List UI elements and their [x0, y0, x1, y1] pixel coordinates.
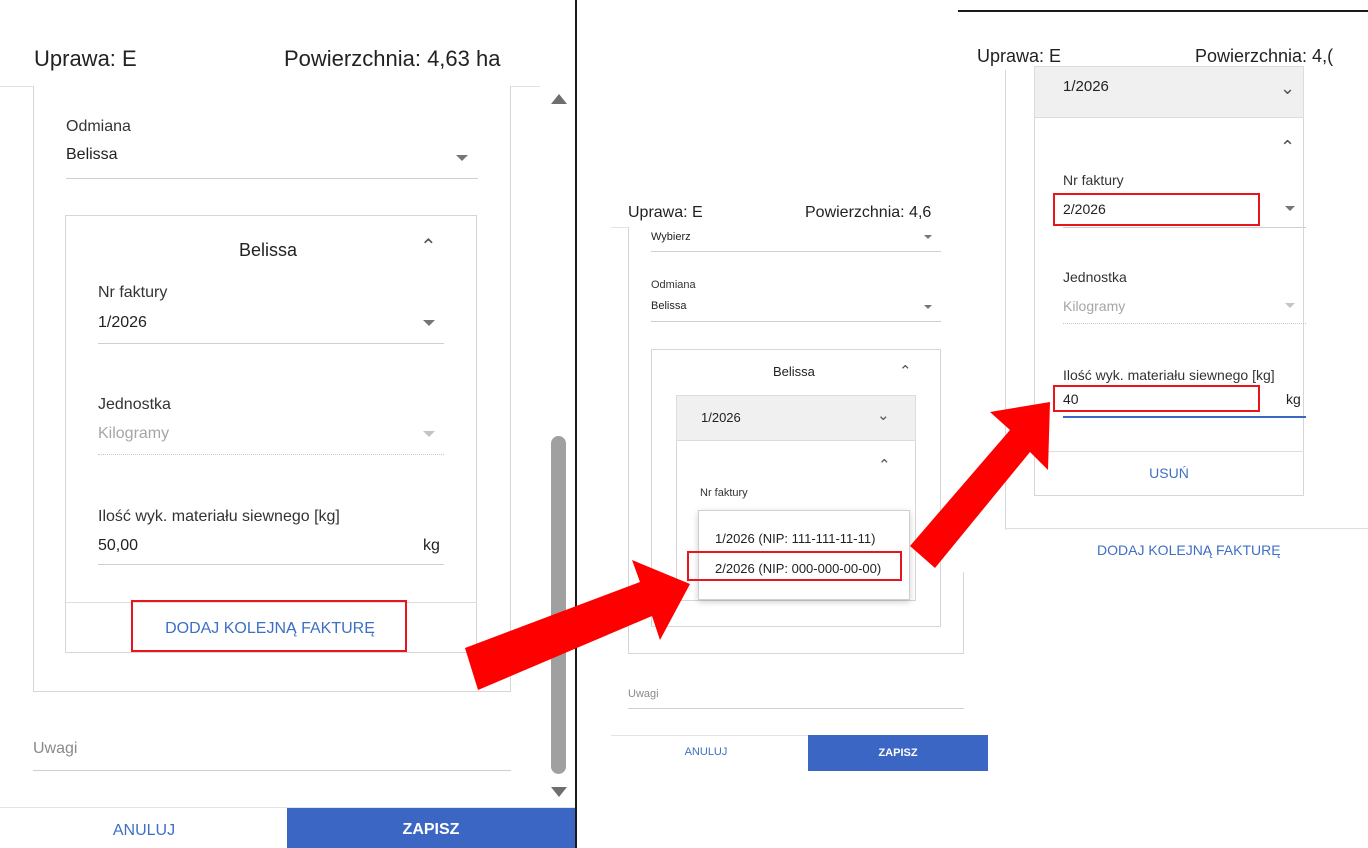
red-arrow-icon — [465, 402, 1050, 690]
arrow-2 — [910, 402, 1050, 568]
arrow-1 — [465, 560, 690, 690]
